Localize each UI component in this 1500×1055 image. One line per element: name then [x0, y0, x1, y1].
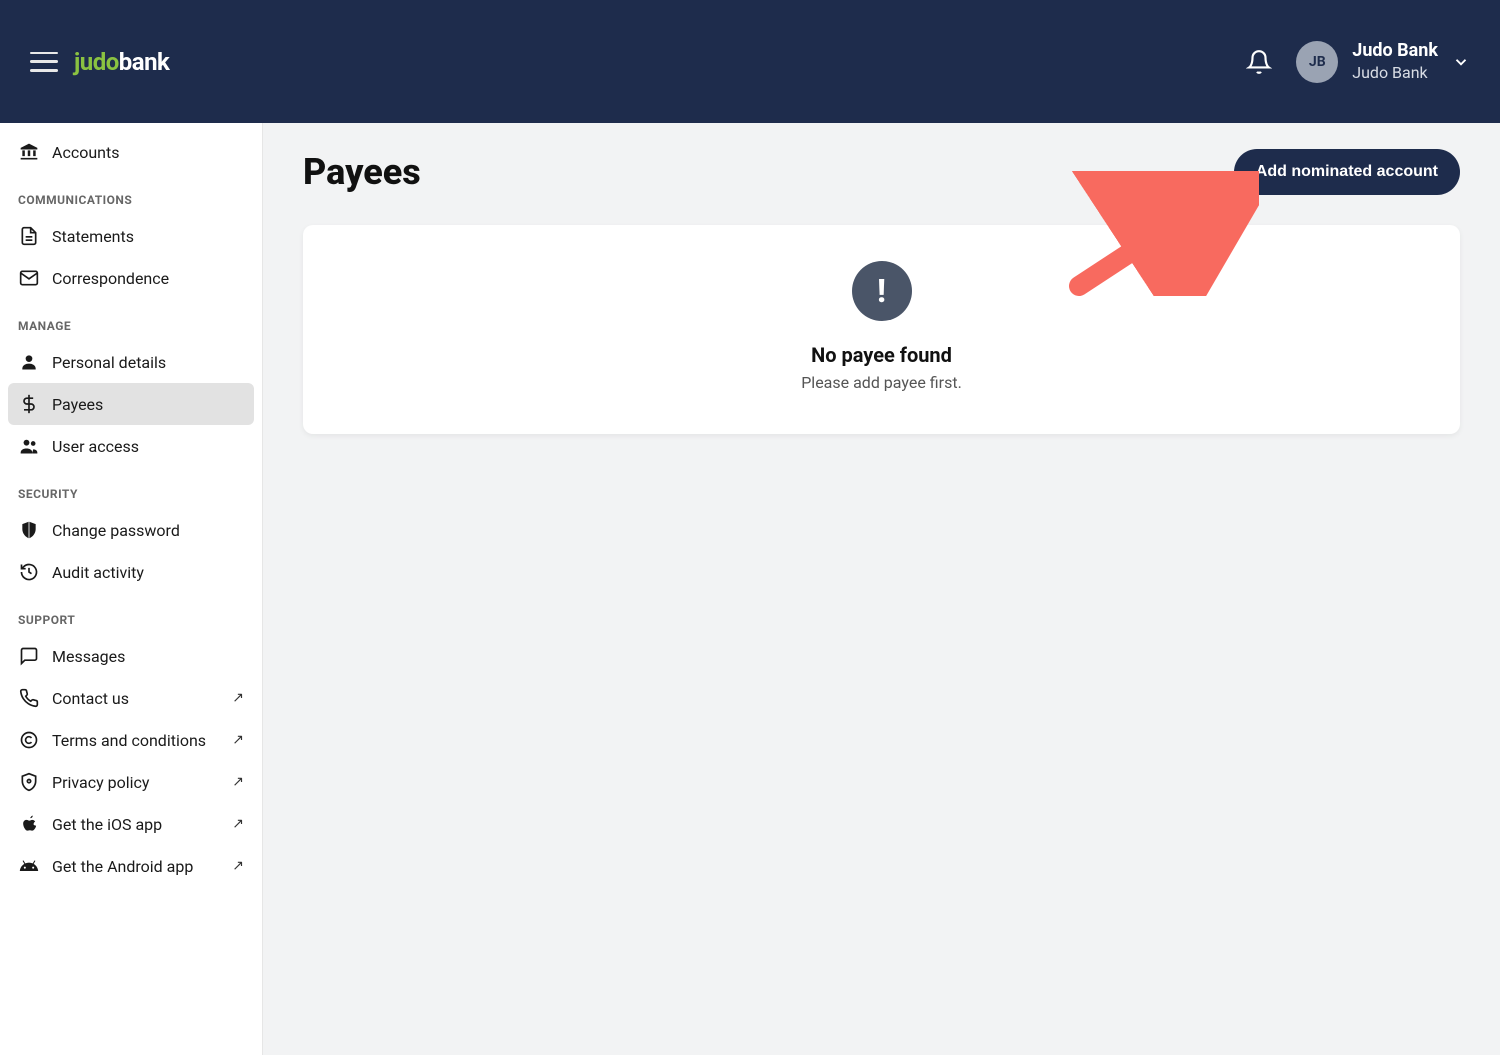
person-icon [18, 351, 40, 373]
page-title: Payees [303, 151, 421, 193]
sidebar-item-change-password[interactable]: Change password [8, 509, 254, 551]
brand-logo: judobank [74, 48, 169, 76]
external-link-icon: ↗ [232, 858, 244, 874]
add-nominated-account-button[interactable]: Add nominated account [1234, 149, 1460, 195]
history-icon [18, 561, 40, 583]
copyright-icon [18, 729, 40, 751]
user-subtitle: Judo Bank [1352, 63, 1438, 84]
sidebar-item-label: Messages [52, 647, 244, 666]
sidebar-item-privacy[interactable]: Privacy policy ↗ [8, 761, 254, 803]
empty-state-title: No payee found [327, 343, 1436, 367]
sidebar-item-statements[interactable]: Statements [8, 215, 254, 257]
bank-icon [18, 141, 40, 163]
layout: Accounts COMMUNICATIONS Statements Corre… [0, 123, 1500, 1055]
dollar-icon [18, 393, 40, 415]
main-content: Payees Add nominated account ! No payee … [263, 123, 1500, 1055]
sidebar-item-label: Get the iOS app [52, 815, 220, 834]
sidebar-item-correspondence[interactable]: Correspondence [8, 257, 254, 299]
sidebar-item-contact-us[interactable]: Contact us ↗ [8, 677, 254, 719]
sidebar-item-terms[interactable]: Terms and conditions ↗ [8, 719, 254, 761]
logo-text-bank: bank [119, 48, 170, 76]
sidebar-item-user-access[interactable]: User access [8, 425, 254, 467]
alert-icon: ! [852, 261, 912, 321]
avatar: JB [1296, 41, 1338, 83]
menu-toggle-button[interactable] [30, 52, 58, 72]
logo-text-judo: judo [74, 48, 119, 76]
sidebar-section-security: SECURITY [8, 467, 254, 509]
people-icon [18, 435, 40, 457]
apple-icon [18, 813, 40, 835]
phone-icon [18, 687, 40, 709]
sidebar-item-ios-app[interactable]: Get the iOS app ↗ [8, 803, 254, 845]
privacy-shield-icon [18, 771, 40, 793]
external-link-icon: ↗ [232, 816, 244, 832]
sidebar-item-label: Get the Android app [52, 857, 220, 876]
sidebar-item-label: Statements [52, 227, 244, 246]
sidebar-section-communications: COMMUNICATIONS [8, 173, 254, 215]
user-menu-button[interactable]: JB Judo Bank Judo Bank [1296, 39, 1470, 83]
android-icon [18, 855, 40, 877]
sidebar-item-personal-details[interactable]: Personal details [8, 341, 254, 383]
avatar-initials: JB [1309, 54, 1326, 70]
sidebar-item-label: Correspondence [52, 269, 244, 288]
sidebar-item-accounts[interactable]: Accounts [8, 131, 254, 173]
sidebar-item-audit-activity[interactable]: Audit activity [8, 551, 254, 593]
shield-icon [18, 519, 40, 541]
sidebar: Accounts COMMUNICATIONS Statements Corre… [0, 123, 263, 1055]
chat-icon [18, 645, 40, 667]
external-link-icon: ↗ [232, 732, 244, 748]
user-name: Judo Bank [1352, 39, 1438, 62]
empty-state-card: ! No payee found Please add payee first. [303, 225, 1460, 434]
header-right: JB Judo Bank Judo Bank [1246, 39, 1470, 83]
user-text: Judo Bank Judo Bank [1352, 39, 1438, 83]
sidebar-item-label: Personal details [52, 353, 244, 372]
sidebar-item-label: Privacy policy [52, 773, 220, 792]
mail-icon [18, 267, 40, 289]
sidebar-item-label: Change password [52, 521, 244, 540]
chevron-down-icon [1452, 53, 1470, 71]
sidebar-item-payees[interactable]: Payees [8, 383, 254, 425]
sidebar-item-android-app[interactable]: Get the Android app ↗ [8, 845, 254, 887]
header-left: judobank [30, 48, 169, 76]
empty-state-subtitle: Please add payee first. [327, 373, 1436, 392]
sidebar-item-label: Contact us [52, 689, 220, 708]
alert-glyph: ! [877, 272, 886, 310]
sidebar-section-support: SUPPORT [8, 593, 254, 635]
notifications-icon[interactable] [1246, 49, 1272, 75]
sidebar-item-label: Terms and conditions [52, 731, 220, 750]
sidebar-section-manage: MANAGE [8, 299, 254, 341]
sidebar-item-label: User access [52, 437, 244, 456]
sidebar-item-label: Audit activity [52, 563, 244, 582]
sidebar-item-messages[interactable]: Messages [8, 635, 254, 677]
sidebar-item-label: Accounts [52, 143, 244, 162]
external-link-icon: ↗ [232, 690, 244, 706]
sidebar-item-label: Payees [52, 395, 244, 414]
document-icon [18, 225, 40, 247]
external-link-icon: ↗ [232, 774, 244, 790]
app-header: judobank JB Judo Bank Judo Bank [0, 0, 1500, 123]
page-header: Payees Add nominated account [303, 143, 1460, 195]
